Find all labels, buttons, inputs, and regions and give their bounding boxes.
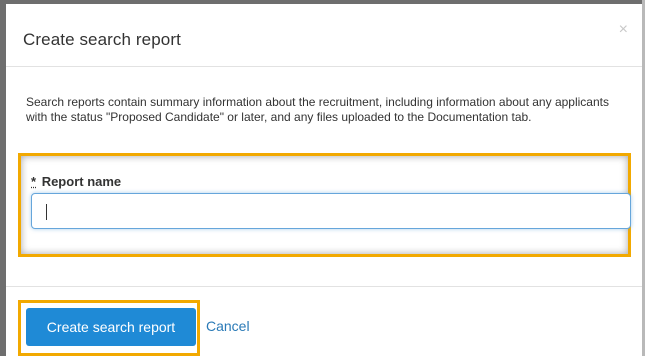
cancel-link[interactable]: Cancel xyxy=(206,318,250,334)
dialog-title: Create search report xyxy=(23,30,181,49)
required-marker: * xyxy=(31,174,37,189)
footer-divider xyxy=(6,286,642,287)
create-search-report-button[interactable]: Create search report xyxy=(26,308,196,346)
dialog-description: Search reports contain summary informati… xyxy=(26,95,609,124)
report-name-field-highlight: * Report name xyxy=(18,153,631,257)
text-cursor xyxy=(46,204,47,220)
report-name-input[interactable] xyxy=(31,193,631,229)
close-icon[interactable]: × xyxy=(619,22,628,38)
report-name-label-text: Report name xyxy=(41,174,122,189)
report-name-label: * Report name xyxy=(31,174,121,189)
create-search-report-dialog: Create search report × Search reports co… xyxy=(6,4,642,356)
header-divider xyxy=(6,66,642,67)
